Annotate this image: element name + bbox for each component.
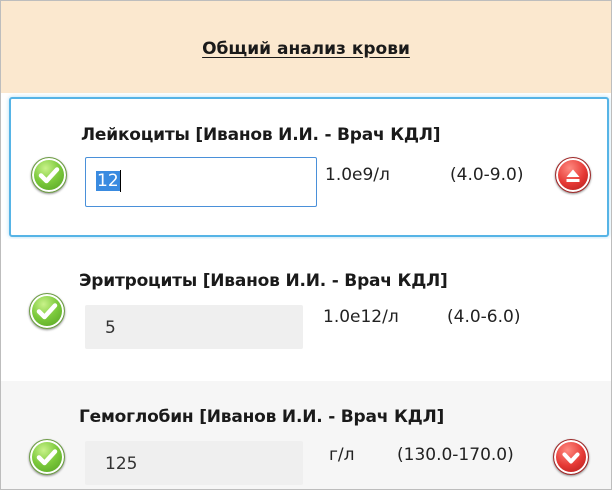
form-title: Общий анализ крови [202,39,410,59]
check-ok-icon[interactable] [29,293,65,329]
unit-label: 1.0e12/л [323,307,399,327]
test-name: Лейкоциты [Иванов И.И. - Врач КДЛ] [81,125,441,145]
below-range-icon[interactable] [553,439,589,475]
value-input-leukocytes[interactable]: 12 [85,157,317,207]
above-range-icon[interactable] [555,157,591,193]
test-row-erythrocytes: Эритроциты [Иванов И.И. - Врач КДЛ] 5 1.… [1,239,611,379]
unit-label: 1.0e9/л [325,165,390,185]
check-ok-icon[interactable] [31,157,67,193]
form-header: Общий анализ крови [1,1,611,93]
reference-range: (4.0-6.0) [447,307,521,327]
test-name: Гемоглобин [Иванов И.И. - Врач КДЛ] [79,407,445,427]
unit-label: г/л [329,445,355,465]
reference-range: (4.0-9.0) [450,165,524,185]
reference-range: (130.0-170.0) [397,445,514,465]
test-name: Эритроциты [Иванов И.И. - Врач КДЛ] [79,271,448,291]
value-field-hemoglobin[interactable]: 125 [85,441,303,485]
test-row-leukocytes: Лейкоциты [Иванов И.И. - Врач КДЛ] 12 1.… [9,97,609,237]
test-row-hemoglobin: Гемоглобин [Иванов И.И. - Врач КДЛ] 125 … [1,381,611,489]
check-ok-icon[interactable] [29,439,65,475]
text-caret [119,170,121,192]
value-field-erythrocytes[interactable]: 5 [85,305,303,349]
lab-form: Общий анализ крови Лейкоциты [Иванов И.И… [0,0,612,490]
selected-value: 12 [96,171,120,191]
